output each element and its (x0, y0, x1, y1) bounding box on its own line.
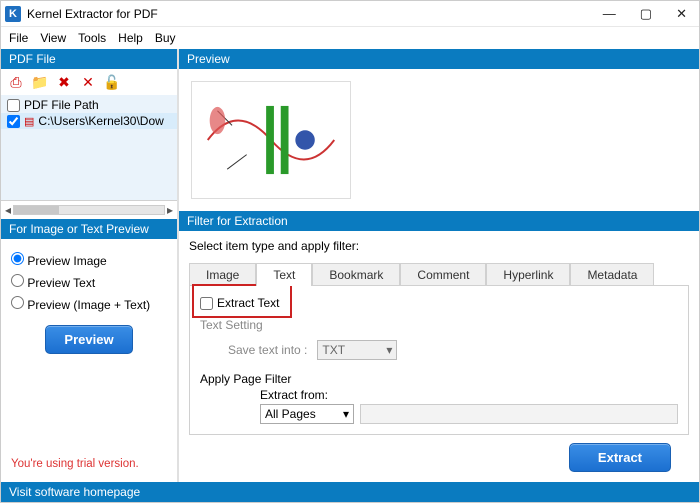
opt-preview-image[interactable]: Preview Image (11, 249, 167, 271)
opt-preview-text[interactable]: Preview Text (11, 271, 167, 293)
clear-icon[interactable]: ✕ (79, 73, 97, 91)
menubar: File View Tools Help Buy (1, 27, 699, 49)
menu-file[interactable]: File (9, 31, 28, 45)
preview-area (179, 69, 699, 211)
page-filter-label: Apply Page Filter (200, 372, 678, 388)
tab-image[interactable]: Image (189, 263, 256, 286)
extract-button[interactable]: Extract (569, 443, 671, 472)
extract-text-checkbox[interactable] (200, 297, 213, 310)
preview-button[interactable]: Preview (45, 325, 132, 354)
add-file-icon[interactable]: ⎙ (7, 73, 25, 91)
chevron-down-icon: ▾ (343, 407, 349, 421)
close-button[interactable]: ✕ (676, 6, 687, 22)
pdf-file-header: PDF File (1, 49, 177, 69)
preview-header: Preview (179, 49, 699, 69)
menu-tools[interactable]: Tools (78, 31, 106, 45)
app-logo-icon: K (5, 6, 21, 22)
filter-tabs: Image Text Bookmark Comment Hyperlink Me… (189, 263, 689, 286)
select-all-checkbox[interactable] (7, 99, 20, 112)
add-folder-icon[interactable]: 📁 (31, 73, 49, 91)
file-list-header-row: PDF File Path (1, 97, 177, 113)
menu-help[interactable]: Help (118, 31, 143, 45)
preview-options-header: For Image or Text Preview (1, 219, 177, 239)
column-header: PDF File Path (24, 98, 99, 112)
preview-thumbnail (191, 81, 351, 199)
file-toolbar: ⎙ 📁 ✖ ✕ 🔓 (1, 69, 177, 95)
menu-buy[interactable]: Buy (155, 31, 176, 45)
save-text-into-label: Save text into : (228, 343, 307, 357)
file-row[interactable]: ▤ C:\Users\Kernel30\Dow (1, 113, 177, 129)
extract-from-select[interactable]: All Pages▾ (260, 404, 354, 424)
text-setting-label: Text Setting (200, 316, 678, 338)
scroll-right-icon[interactable]: ▸ (167, 203, 173, 217)
tab-text[interactable]: Text (256, 263, 312, 286)
opt-preview-both[interactable]: Preview (Image + Text) (11, 293, 167, 315)
chevron-down-icon: ▾ (386, 343, 392, 357)
pdf-icon: ▤ (24, 115, 34, 128)
file-list: PDF File Path ▤ C:\Users\Kernel30\Dow (1, 95, 177, 201)
text-tab-panel: Extract Text Text Setting Save text into… (189, 285, 689, 435)
window-title: Kernel Extractor for PDF (27, 7, 158, 21)
titlebar: K Kernel Extractor for PDF — ▢ ✕ (1, 1, 699, 27)
horizontal-scrollbar[interactable]: ◂ ▸ (1, 201, 177, 219)
minimize-button[interactable]: — (603, 6, 616, 22)
page-range-input (360, 404, 678, 424)
file-path: C:\Users\Kernel30\Dow (38, 114, 163, 128)
footer-link[interactable]: Visit software homepage (1, 482, 699, 502)
extract-from-label: Extract from: (200, 388, 678, 404)
filter-header: Filter for Extraction (179, 211, 699, 231)
menu-view[interactable]: View (40, 31, 66, 45)
scroll-left-icon[interactable]: ◂ (5, 203, 11, 217)
filter-instruction: Select item type and apply filter: (189, 237, 689, 257)
save-format-select: TXT▾ (317, 340, 397, 360)
tab-comment[interactable]: Comment (400, 263, 486, 286)
trial-notice: You're using trial version. (1, 446, 177, 482)
tab-metadata[interactable]: Metadata (570, 263, 654, 286)
file-checkbox[interactable] (7, 115, 20, 128)
tab-hyperlink[interactable]: Hyperlink (486, 263, 570, 286)
remove-file-icon[interactable]: ✖ (55, 73, 73, 91)
unlock-icon[interactable]: 🔓 (103, 73, 121, 91)
diagram-icon (198, 88, 344, 192)
tab-bookmark[interactable]: Bookmark (312, 263, 400, 286)
extract-text-label: Extract Text (217, 296, 279, 310)
maximize-button[interactable]: ▢ (640, 6, 652, 22)
